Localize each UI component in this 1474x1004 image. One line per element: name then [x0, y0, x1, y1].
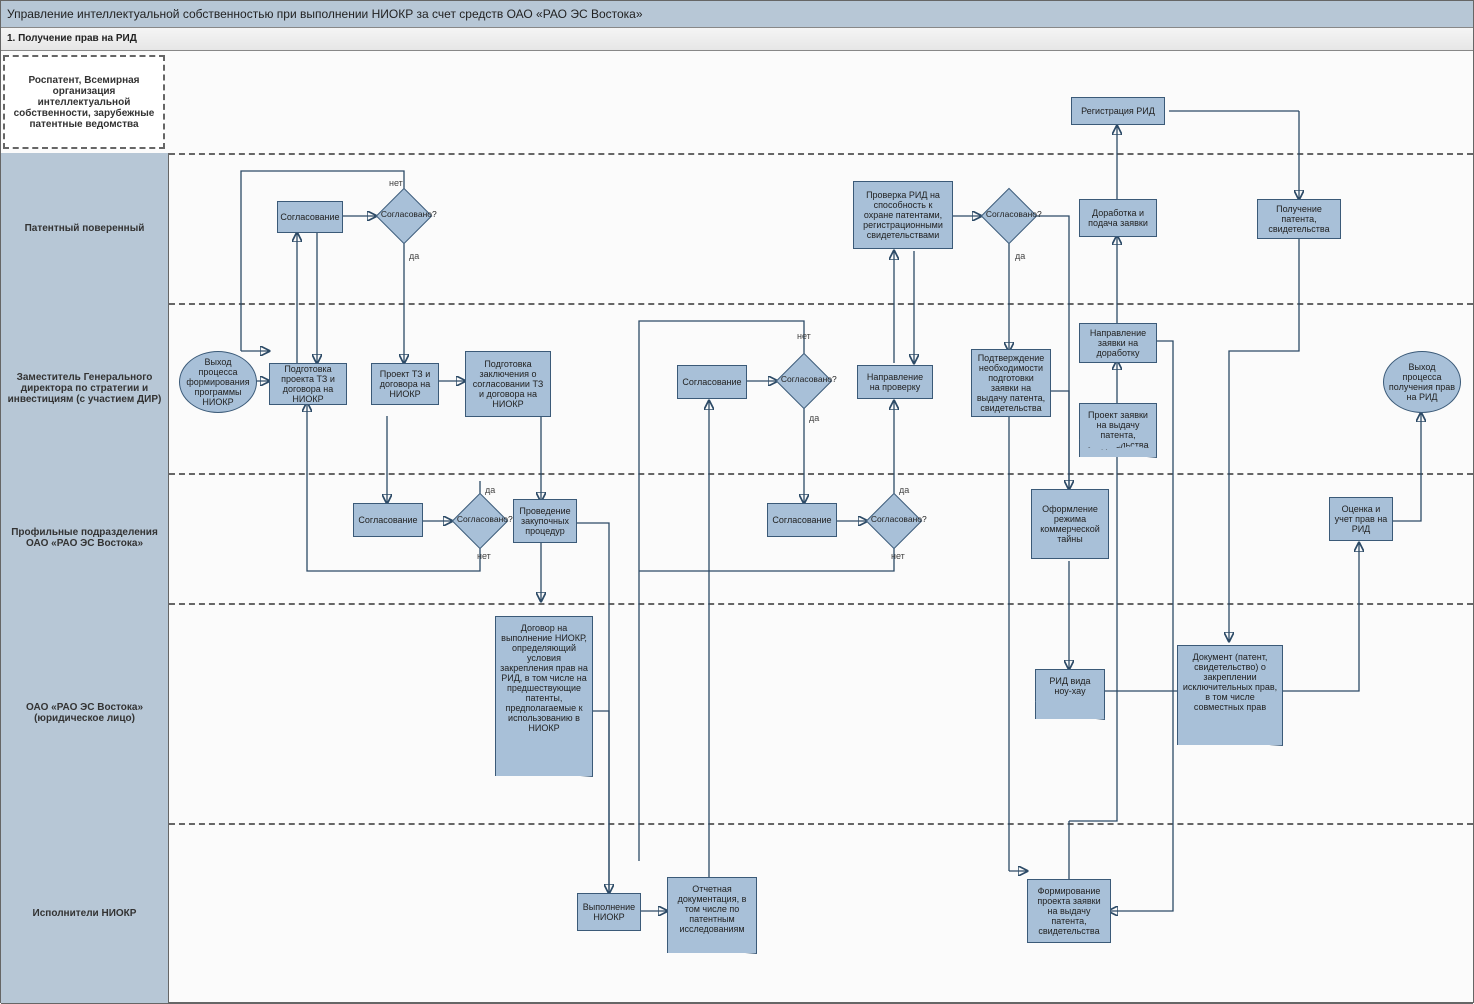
lane-divider [169, 603, 1473, 605]
label-no: нет [891, 551, 905, 561]
swimlane-body: Роспатент, Всемирная организация интелле… [1, 51, 1473, 1003]
start-node: Выход процесса формирования программы НИ… [179, 351, 257, 413]
doc-application-project: Проект заявки на выдачу патента, свидете… [1079, 403, 1157, 457]
label-no: нет [389, 178, 403, 188]
decision-4: Согласовано? [866, 493, 923, 550]
node-get-patent: Получение патента, свидетельства [1257, 199, 1341, 239]
node-agree-3: Согласование [677, 365, 747, 399]
lane-divider [169, 473, 1473, 475]
label-yes: да [485, 485, 495, 495]
lane-divider [169, 823, 1473, 825]
node-agree-4: Согласование [767, 503, 837, 537]
decision-5: Согласовано? [981, 188, 1038, 245]
node-rework-submit: Доработка и подача заявки [1079, 199, 1157, 237]
node-send-check: Направление на проверку [857, 365, 933, 399]
doc-contract: Договор на выполнение НИОКР, определяющи… [495, 616, 593, 776]
label-yes: да [409, 251, 419, 261]
lane-divider [169, 303, 1473, 305]
decision-2: Согласовано? [452, 493, 509, 550]
node-execute-niokr: Выполнение НИОКР [577, 893, 641, 931]
section-bar: 1. Получение прав на РИД [1, 28, 1473, 51]
label-no: нет [797, 331, 811, 341]
title-bar: Управление интеллектуальной собственност… [1, 1, 1473, 28]
end-node: Выход процесса получения прав на РИД [1383, 351, 1461, 413]
label-yes: да [1015, 251, 1025, 261]
lane-label-executors: Исполнители НИОКР [1, 823, 169, 1003]
lane-label-rospatent: Роспатент, Всемирная организация интелле… [3, 55, 165, 149]
node-register-rid: Регистрация РИД [1071, 97, 1165, 125]
lane-label-profile-dept: Профильные подразделения ОАО «РАО ЭС Вос… [1, 473, 169, 603]
doc-patent-doc: Документ (патент, свидетельство) о закре… [1177, 645, 1283, 745]
node-agree-2: Согласование [353, 503, 423, 537]
doc-report: Отчетная документация, в том числе по па… [667, 877, 757, 953]
lane-label-legal-entity: ОАО «РАО ЭС Востока» (юридическое лицо) [1, 603, 169, 823]
node-send-rework: Направление заявки на доработку [1079, 323, 1157, 363]
node-trade-secret: Оформление режима коммерческой тайны [1031, 489, 1109, 559]
label-no: нет [477, 551, 491, 561]
doc-knowhow: РИД вида ноу-хау [1035, 669, 1105, 719]
lane-label-deputy-director: Заместитель Генерального директора по ст… [1, 303, 169, 473]
decision-3: Согласовано? [776, 353, 833, 410]
node-check-rid: Проверка РИД на способность к охране пат… [853, 181, 953, 249]
lane-divider [169, 153, 1473, 155]
diagram-frame: Управление интеллектуальной собственност… [0, 0, 1474, 1003]
node-valuation: Оценка и учет прав на РИД [1329, 497, 1393, 541]
decision-1: Согласовано? [376, 188, 433, 245]
node-form-application: Формирование проекта заявки на выдачу па… [1027, 879, 1111, 943]
node-prepare-tz: Подготовка проекта ТЗ и договора на НИОК… [269, 363, 347, 405]
node-prepare-conclusion: Подготовка заключения о согласовании ТЗ … [465, 351, 551, 417]
section-title: 1. Получение прав на РИД [7, 33, 137, 44]
node-project-tz: Проект ТЗ и договора на НИОКР [371, 363, 439, 405]
page-title: Управление интеллектуальной собственност… [7, 7, 643, 21]
label-yes: да [899, 485, 909, 495]
label-yes: да [809, 413, 819, 423]
node-confirm-need: Подтверждение необходимости подготовки з… [971, 349, 1051, 417]
node-agree-1: Согласование [277, 201, 343, 233]
lane-label-patent-attorney: Патентный поверенный [1, 153, 169, 303]
node-procurement: Проведение закупочных процедур [513, 499, 577, 543]
